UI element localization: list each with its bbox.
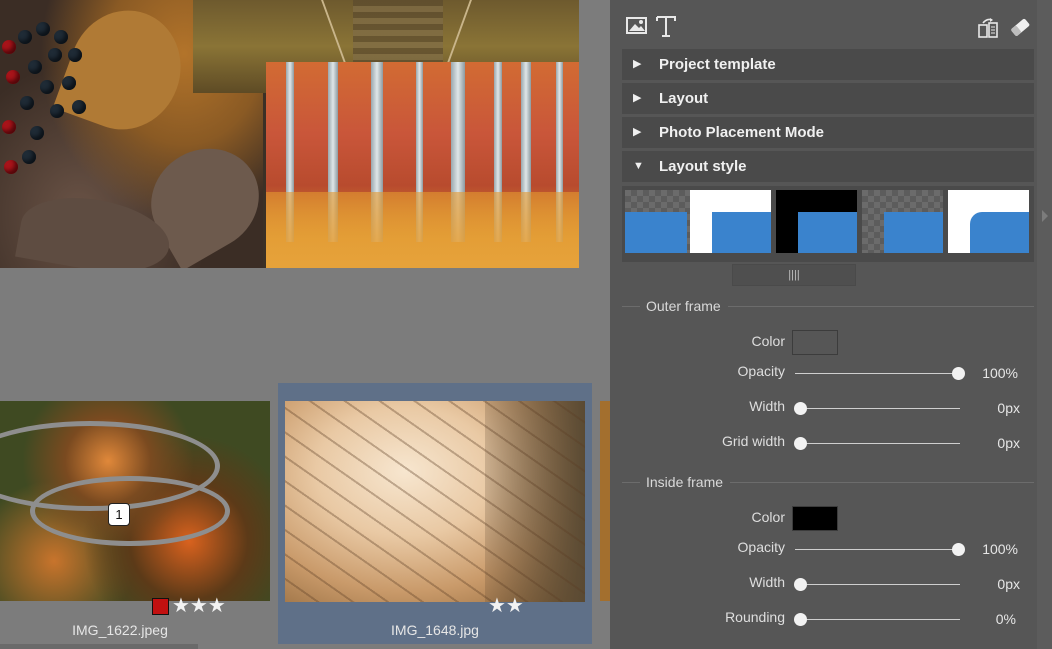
inside-rounding-value: 0% — [995, 611, 1016, 627]
layout-style-option-5[interactable] — [948, 190, 1029, 253]
photo-autumn-forest[interactable] — [266, 62, 579, 268]
slider-knob[interactable] — [794, 437, 807, 450]
outer-color-label: Color — [751, 333, 785, 349]
rating-stars[interactable]: ★★ — [488, 596, 524, 616]
thumbnail-filename: IMG_1622.jpeg — [72, 622, 168, 638]
outer-opacity-value: 100% — [982, 365, 1018, 381]
divider — [622, 482, 640, 483]
page-canvas[interactable]: 1 ★★★ IMG_1622.jpeg ★★ IMG_1648.jpg — [0, 0, 610, 649]
inside-color-label: Color — [751, 509, 785, 525]
outer-width-value: 0px — [997, 400, 1020, 416]
chevron-right-icon: ▶ — [633, 92, 642, 104]
filmstrip-scrollbar[interactable] — [0, 644, 198, 649]
chevron-down-icon: ▼ — [633, 160, 644, 172]
group-title-inside-frame: Inside frame — [646, 474, 724, 490]
inside-rounding-label: Rounding — [725, 609, 785, 625]
rating-stars[interactable]: ★★★ — [172, 596, 226, 616]
section-label: Project template — [659, 56, 776, 73]
album-spread[interactable] — [0, 0, 579, 268]
section-project-template[interactable]: ▶ Project template — [622, 49, 1034, 80]
inside-width-value: 0px — [997, 576, 1020, 592]
outer-width-slider[interactable] — [795, 408, 960, 409]
gallery-scroll-handle[interactable]: |||| — [732, 264, 856, 286]
section-photo-placement-mode[interactable]: ▶ Photo Placement Mode — [622, 117, 1034, 148]
outer-opacity-slider[interactable] — [795, 373, 960, 374]
thumbnail-img-1648[interactable] — [285, 401, 585, 602]
panel-collapse-bar[interactable] — [1037, 0, 1052, 649]
eraser-icon[interactable] — [1008, 16, 1032, 43]
inside-opacity-value: 100% — [982, 541, 1018, 557]
outer-grid-width-value: 0px — [997, 435, 1020, 451]
inside-opacity-slider[interactable] — [795, 549, 960, 550]
divider — [730, 482, 1034, 483]
slider-knob[interactable] — [794, 578, 807, 591]
inside-frame-color-swatch[interactable] — [792, 506, 838, 531]
chevron-right-icon[interactable] — [1042, 210, 1048, 222]
layout-style-option-2[interactable] — [690, 190, 771, 253]
outer-grid-width-slider[interactable] — [795, 443, 960, 444]
chevron-right-icon: ▶ — [633, 126, 642, 138]
outer-frame-color-swatch[interactable] — [792, 330, 838, 355]
thumbnail-partial[interactable] — [600, 401, 610, 601]
section-label: Layout style — [659, 158, 747, 175]
text-icon[interactable] — [655, 14, 677, 43]
group-title-outer-frame: Outer frame — [646, 298, 721, 314]
chevron-right-icon: ▶ — [633, 58, 642, 70]
inside-rounding-slider[interactable] — [795, 619, 960, 620]
image-icon[interactable] — [626, 16, 648, 41]
photo-usage-count: 1 — [108, 503, 130, 526]
layout-style-option-4[interactable] — [862, 190, 943, 253]
section-label: Layout — [659, 90, 709, 107]
thumbnail-img-1622[interactable] — [0, 401, 270, 601]
section-label: Photo Placement Mode — [659, 124, 825, 141]
outer-grid-width-label: Grid width — [721, 433, 785, 449]
inside-width-label: Width — [749, 574, 785, 590]
outer-opacity-label: Opacity — [737, 363, 785, 379]
slider-knob[interactable] — [794, 402, 807, 415]
thumbnail-filename: IMG_1648.jpg — [391, 622, 479, 638]
section-layout[interactable]: ▶ Layout — [622, 83, 1034, 114]
divider — [728, 306, 1034, 307]
inside-opacity-label: Opacity — [737, 539, 785, 555]
section-layout-style[interactable]: ▼ Layout style — [622, 151, 1034, 182]
divider — [622, 306, 640, 307]
swap-layout-icon[interactable] — [977, 17, 999, 44]
layout-style-gallery — [622, 186, 1034, 262]
inside-width-slider[interactable] — [795, 584, 960, 585]
slider-knob[interactable] — [794, 613, 807, 626]
layout-style-option-3[interactable] — [776, 190, 857, 253]
outer-width-label: Width — [749, 398, 785, 414]
color-label-red[interactable] — [152, 598, 169, 615]
